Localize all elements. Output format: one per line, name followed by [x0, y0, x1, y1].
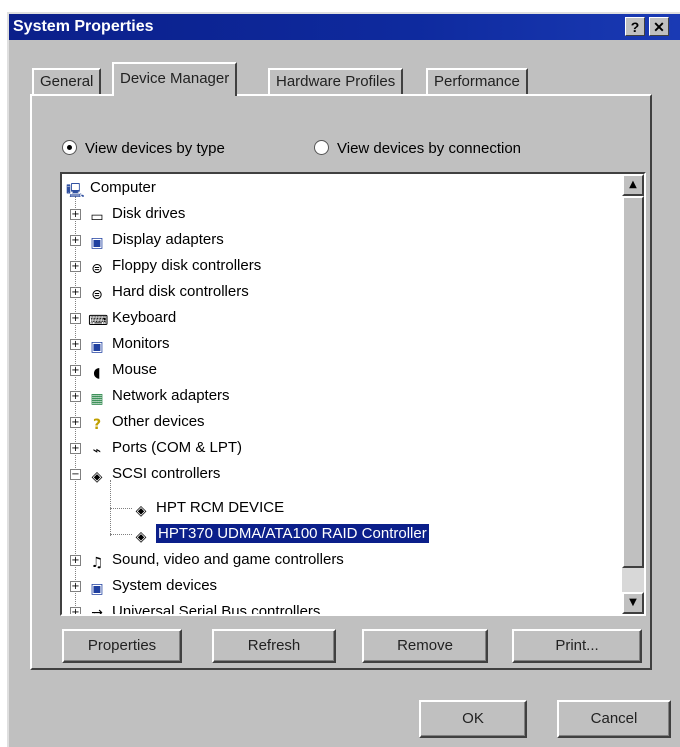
expand-icon[interactable]: +: [70, 261, 81, 272]
tree-item-label: Monitors: [112, 335, 170, 352]
print-button[interactable]: Print...: [512, 629, 642, 663]
remove-button[interactable]: Remove: [362, 629, 488, 663]
properties-button[interactable]: Properties: [62, 629, 182, 663]
expand-icon[interactable]: +: [70, 417, 81, 428]
system-devices-icon: ▣: [90, 581, 104, 597]
expand-icon[interactable]: +: [70, 607, 81, 614]
scsi-icon: ◈: [91, 469, 103, 485]
tab-performance[interactable]: Performance: [426, 68, 528, 94]
tree-item-network-adapters[interactable]: + ▦ Network adapters: [70, 384, 230, 408]
expand-icon[interactable]: +: [70, 339, 81, 350]
tree-item-label: Disk drives: [112, 205, 186, 222]
tree-item-label: Mouse: [112, 361, 158, 378]
tree-item-label: Display adapters: [112, 231, 224, 248]
tree-item-label: System devices: [112, 577, 218, 594]
device-tree[interactable]: 🖳 Computer + ▭ Disk drives + ▣ Display adap…: [60, 172, 646, 616]
close-button[interactable]: ✕: [649, 17, 669, 36]
tree-item-mouse[interactable]: + ◖ Mouse: [70, 358, 157, 382]
port-icon: ⌁: [92, 443, 102, 459]
window-title: System Properties: [13, 18, 154, 35]
help-button[interactable]: ?: [625, 17, 645, 36]
ok-button[interactable]: OK: [419, 700, 527, 738]
tree-item-sound-video-game[interactable]: + ♫ Sound, video and game controllers: [70, 548, 344, 572]
expand-icon[interactable]: +: [70, 365, 81, 376]
usb-icon: ⇄: [88, 607, 106, 614]
tree-item-display-adapters[interactable]: + ▣ Display adapters: [70, 228, 224, 252]
device-tree-content: 🖳 Computer + ▭ Disk drives + ▣ Display adap…: [62, 174, 622, 614]
vertical-scrollbar[interactable]: ▲ ▼: [622, 174, 644, 614]
expand-icon[interactable]: +: [70, 313, 81, 324]
scroll-down-button[interactable]: ▼: [622, 592, 644, 614]
tree-item-hard-disk-controllers[interactable]: + ⊜ Hard disk controllers: [70, 280, 249, 304]
tab-hardware-profiles[interactable]: Hardware Profiles: [268, 68, 404, 94]
tree-item-label: SCSI controllers: [112, 465, 221, 482]
tree-item-floppy-disk-controllers[interactable]: + ⊜ Floppy disk controllers: [70, 254, 261, 278]
network-adapter-icon: ▦: [90, 391, 104, 407]
radio-view-by-type[interactable]: View devices by type: [62, 140, 225, 157]
tab-general[interactable]: General: [32, 68, 102, 94]
scroll-up-button[interactable]: ▲: [622, 174, 644, 196]
expand-icon[interactable]: +: [70, 581, 81, 592]
expand-icon[interactable]: +: [70, 555, 81, 566]
tree-item-label: Keyboard: [112, 309, 177, 326]
radio-view-by-connection-label: View devices by connection: [337, 140, 521, 157]
expand-icon[interactable]: +: [70, 235, 81, 246]
tree-child-hpt370-raid-controller[interactable]: ◈ HPT370 UDMA/ATA100 RAID Controller: [132, 522, 429, 546]
tree-item-label: Universal Serial Bus controllers: [112, 603, 321, 614]
title-bar[interactable]: System Properties ? ✕: [9, 14, 680, 40]
tree-item-label: Ports (COM & LPT): [112, 439, 243, 456]
scroll-thumb[interactable]: [622, 196, 644, 568]
expand-icon[interactable]: +: [70, 391, 81, 402]
tree-connector-branch: [110, 534, 132, 535]
collapse-icon[interactable]: −: [70, 469, 81, 480]
tree-item-system-devices[interactable]: + ▣ System devices: [70, 574, 217, 598]
refresh-button[interactable]: Refresh: [212, 629, 336, 663]
computer-icon: 🖳: [66, 183, 85, 199]
tree-item-ports[interactable]: + ⌁ Ports (COM & LPT): [70, 436, 242, 460]
tree-item-label: Other devices: [112, 413, 205, 430]
radio-view-by-type-label: View devices by type: [85, 140, 225, 157]
tree-item-scsi-controllers[interactable]: − ◈ SCSI controllers: [70, 462, 220, 486]
floppy-controller-icon: ⊜: [91, 261, 103, 277]
scsi-device-icon: ◈: [135, 529, 147, 545]
tree-item-monitors[interactable]: + ▣ Monitors: [70, 332, 170, 356]
tree-item-label: Floppy disk controllers: [112, 257, 262, 274]
tree-item-usb-controllers[interactable]: + ⇄ Universal Serial Bus controllers: [70, 600, 320, 614]
hard-disk-controller-icon: ⊜: [91, 287, 103, 303]
expand-icon[interactable]: +: [70, 443, 81, 454]
tree-item-label: Sound, video and game controllers: [112, 551, 344, 568]
tree-item-keyboard[interactable]: + ⌨ Keyboard: [70, 306, 176, 330]
question-icon: ?: [92, 417, 102, 433]
mouse-icon: ◖: [93, 365, 101, 381]
disk-drive-icon: ▭: [90, 209, 104, 225]
system-properties-window: System Properties ? ✕ General Device Man…: [7, 12, 680, 747]
expand-icon[interactable]: +: [70, 287, 81, 298]
tree-item-other-devices[interactable]: + ? Other devices: [70, 410, 205, 434]
tree-root-computer[interactable]: 🖳 Computer: [66, 176, 156, 200]
monitor-icon: ▣: [90, 339, 104, 355]
tree-item-label: Network adapters: [112, 387, 230, 404]
radio-dot-icon: [314, 140, 329, 155]
tree-item-disk-drives[interactable]: + ▭ Disk drives: [70, 202, 185, 226]
cancel-button[interactable]: Cancel: [557, 700, 671, 738]
tree-child-hpt-rcm-device[interactable]: ◈ HPT RCM DEVICE: [132, 496, 284, 520]
tab-device-manager[interactable]: Device Manager: [112, 62, 238, 96]
tree-item-label: Hard disk controllers: [112, 283, 249, 300]
keyboard-icon: ⌨: [88, 313, 109, 329]
expand-icon[interactable]: +: [70, 209, 81, 220]
display-adapter-icon: ▣: [90, 235, 104, 251]
radio-dot-selected-icon: [62, 140, 77, 155]
sound-icon: ♫: [90, 555, 104, 571]
tree-connector-branch: [110, 508, 132, 509]
tree-child-label: HPT RCM DEVICE: [156, 499, 285, 516]
device-manager-panel: View devices by type View devices by con…: [30, 94, 652, 670]
radio-view-by-connection[interactable]: View devices by connection: [314, 140, 521, 157]
selected-device-label: HPT370 UDMA/ATA100 RAID Controller: [156, 524, 429, 543]
tree-root-label: Computer: [90, 179, 156, 196]
scsi-device-icon: ◈: [135, 503, 147, 519]
